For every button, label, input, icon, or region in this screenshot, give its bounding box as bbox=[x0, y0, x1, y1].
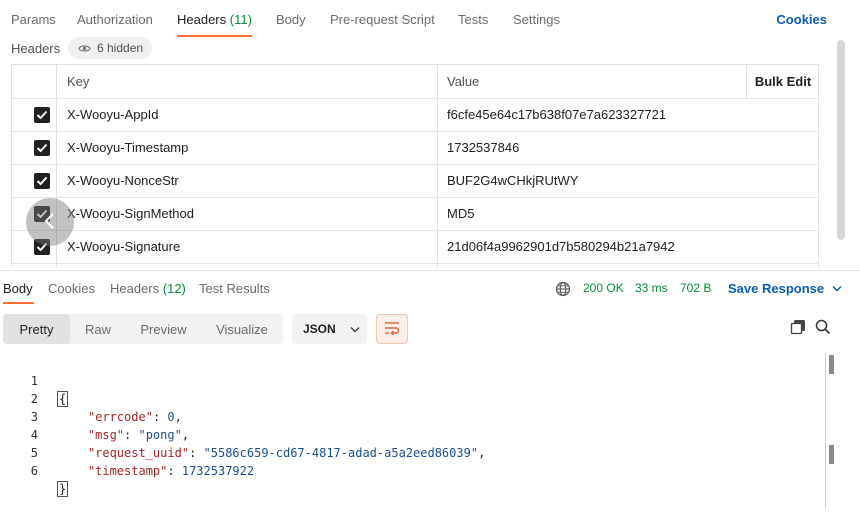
hidden-headers-toggle[interactable]: 6 hidden bbox=[68, 37, 152, 59]
table-row: X-Wooyu-SignMethod MD5 bbox=[12, 197, 818, 231]
tab-headers-count: (11) bbox=[229, 12, 252, 27]
header-key[interactable]: X-Wooyu-AppId bbox=[67, 107, 159, 122]
response-time[interactable]: 33 ms bbox=[635, 281, 668, 295]
status-code[interactable]: 200 OK bbox=[583, 281, 624, 295]
response-tab-body[interactable]: Body bbox=[3, 281, 33, 296]
json-key: "errcode" bbox=[87, 410, 153, 424]
cookies-link[interactable]: Cookies bbox=[776, 12, 827, 27]
response-tab-test-results[interactable]: Test Results bbox=[199, 281, 270, 296]
code-line: 2 "errcode": 0, bbox=[0, 372, 182, 424]
tab-settings[interactable]: Settings bbox=[513, 12, 560, 27]
active-tab-indicator bbox=[177, 35, 252, 37]
save-response-label: Save Response bbox=[728, 281, 825, 296]
json-value: "5586c659-cd67-4817-adad-a5a2eed86039" bbox=[203, 446, 479, 460]
code-line: 6 } bbox=[0, 444, 69, 497]
format-pretty-button[interactable]: Pretty bbox=[3, 314, 70, 344]
copy-icon[interactable] bbox=[790, 319, 806, 338]
header-value[interactable]: BUF2G4wCHkjRUtWY bbox=[447, 173, 578, 188]
line-number: 6 bbox=[30, 464, 38, 478]
chevron-down-icon bbox=[832, 285, 842, 292]
json-value: "pong" bbox=[138, 428, 182, 442]
chevron-left-icon bbox=[43, 211, 57, 234]
code-scrollbar-track[interactable] bbox=[825, 352, 826, 509]
globe-icon[interactable] bbox=[555, 281, 571, 300]
header-key[interactable]: X-Wooyu-Timestamp bbox=[67, 140, 188, 155]
headers-table: Key Value Bulk Edit X-Wooyu-AppId f6cfe4… bbox=[11, 64, 819, 267]
headers-scrollbar[interactable] bbox=[837, 40, 845, 240]
close-brace: } bbox=[57, 481, 69, 497]
response-active-tab-indicator bbox=[3, 302, 34, 304]
code-line: 3 "msg": "pong", bbox=[0, 390, 189, 442]
tab-headers-label: Headers bbox=[177, 12, 227, 27]
language-select[interactable]: JSON bbox=[292, 314, 367, 344]
back-navigation-button[interactable] bbox=[26, 198, 74, 246]
eye-icon bbox=[78, 44, 91, 53]
column-header-value: Value bbox=[447, 74, 480, 89]
chevron-down-icon bbox=[350, 326, 360, 333]
tab-authorization[interactable]: Authorization bbox=[77, 12, 153, 27]
wrap-lines-button[interactable] bbox=[376, 314, 408, 344]
header-value[interactable]: f6cfe45e64c17b638f07e7a623327721 bbox=[447, 107, 666, 122]
row-checkbox[interactable] bbox=[34, 106, 50, 123]
table-row: X-Wooyu-AppId f6cfe45e64c17b638f07e7a623… bbox=[12, 98, 818, 132]
row-checkbox[interactable] bbox=[34, 139, 50, 156]
column-header-key: Key bbox=[67, 74, 90, 89]
table-row: X-Wooyu-NonceStr BUF2G4wCHkjRUtWY bbox=[12, 164, 818, 198]
format-preview-button[interactable]: Preview bbox=[126, 314, 201, 344]
hidden-count-label: 6 hidden bbox=[97, 41, 144, 55]
format-raw-button[interactable]: Raw bbox=[70, 314, 126, 344]
headers-section-label: Headers bbox=[11, 41, 61, 56]
header-key[interactable]: X-Wooyu-SignMethod bbox=[67, 206, 194, 221]
open-brace: { bbox=[57, 391, 69, 407]
row-checkbox[interactable] bbox=[34, 172, 50, 189]
tab-headers[interactable]: Headers (11) bbox=[177, 12, 252, 27]
response-tab-headers-label: Headers bbox=[110, 281, 160, 296]
header-key[interactable]: X-Wooyu-NonceStr bbox=[67, 173, 179, 188]
save-response-button[interactable]: Save Response bbox=[728, 281, 842, 296]
json-key: "timestamp" bbox=[87, 464, 168, 478]
tab-params[interactable]: Params bbox=[11, 12, 56, 27]
response-body-code[interactable]: 1 { 2 "errcode": 0, 3 "msg": "pong", 4 "… bbox=[0, 354, 486, 497]
json-key: "request_uuid" bbox=[87, 446, 190, 460]
scrollbar-match-marker bbox=[829, 445, 834, 464]
wrap-lines-icon bbox=[384, 321, 400, 338]
code-line: 4 "request_uuid": "5586c659-cd67-4817-ad… bbox=[0, 408, 486, 460]
language-select-value: JSON bbox=[303, 322, 336, 336]
code-line: 5 "timestamp": 1732537922 bbox=[0, 426, 254, 478]
header-key[interactable]: X-Wooyu-Signature bbox=[67, 239, 180, 254]
scrollbar-match-marker bbox=[829, 355, 834, 374]
tab-prerequest-script[interactable]: Pre-request Script bbox=[330, 12, 435, 27]
search-icon[interactable] bbox=[815, 319, 831, 338]
json-value: 1732537922 bbox=[181, 464, 255, 478]
response-tab-cookies[interactable]: Cookies bbox=[48, 281, 95, 296]
json-value: 0 bbox=[167, 410, 175, 424]
tab-body[interactable]: Body bbox=[276, 12, 306, 27]
table-row: X-Wooyu-Timestamp 1732537846 bbox=[12, 131, 818, 165]
table-header-row: Key Value Bulk Edit bbox=[12, 65, 818, 99]
bulk-edit-button[interactable]: Bulk Edit bbox=[755, 74, 811, 89]
format-toggle-group: Pretty Raw Preview Visualize bbox=[3, 314, 283, 344]
table-row: X-Wooyu-Signature 21d06f4a9962901d7b5802… bbox=[12, 230, 818, 264]
panel-divider[interactable] bbox=[0, 270, 860, 271]
response-size[interactable]: 702 B bbox=[680, 281, 711, 295]
tab-tests[interactable]: Tests bbox=[458, 12, 488, 27]
json-key: "msg" bbox=[87, 428, 125, 442]
response-tab-headers[interactable]: Headers (12) bbox=[110, 281, 186, 296]
response-tab-headers-count: (12) bbox=[162, 281, 186, 296]
table-row bbox=[12, 263, 818, 267]
header-value[interactable]: 21d06f4a9962901d7b580294b21a7942 bbox=[447, 239, 675, 254]
format-visualize-button[interactable]: Visualize bbox=[201, 314, 283, 344]
header-value[interactable]: 1732537846 bbox=[447, 140, 519, 155]
header-value[interactable]: MD5 bbox=[447, 206, 474, 221]
code-line: 1 { bbox=[0, 354, 69, 407]
